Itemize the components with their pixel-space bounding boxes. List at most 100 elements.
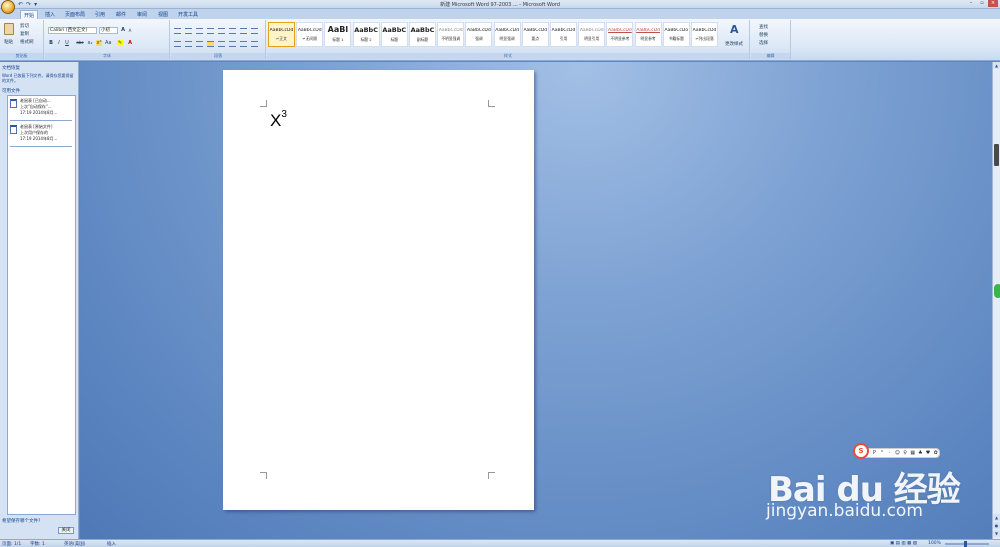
change-styles-button[interactable]: 更改样式: [725, 41, 743, 47]
which-file-link[interactable]: 希望保存哪个文件?: [2, 518, 40, 524]
vertical-scrollbar[interactable]: ▲ ▲ ● ▼: [992, 62, 1000, 539]
next-page-icon[interactable]: ▼: [993, 530, 1000, 537]
recovery-file-list: 老鼠表 [已自动... 上次"自动保存"... 17:19 2014年8月...…: [7, 95, 76, 515]
style-item[interactable]: AaBbCcDd 不明显参考: [606, 22, 634, 47]
font-color-icon[interactable]: A: [127, 40, 133, 46]
style-item[interactable]: AaBbC 副标题: [409, 22, 436, 47]
line-spacing-icon[interactable]: [229, 41, 236, 47]
ime-keyboard-icon[interactable]: ▦: [909, 450, 916, 456]
borders-icon[interactable]: [251, 41, 258, 47]
tab-home[interactable]: 开始: [20, 10, 39, 19]
view-buttons[interactable]: ▣ ▤ ▥ ▦ ▧: [890, 541, 917, 546]
multilevel-list-icon[interactable]: [196, 28, 203, 34]
style-item[interactable]: AaBbCcDd 要点: [521, 22, 549, 47]
change-styles-icon[interactable]: A: [730, 23, 742, 37]
chinese-layout-icon[interactable]: [229, 28, 236, 34]
align-right-icon[interactable]: [196, 41, 203, 47]
style-item[interactable]: AaBl 标题 1: [324, 22, 352, 47]
subscript-button[interactable]: x₂: [87, 40, 93, 46]
tab-mailings[interactable]: 邮件: [116, 11, 126, 18]
tab-review[interactable]: 审阅: [137, 11, 147, 18]
tab-references[interactable]: 引用: [95, 11, 105, 18]
style-sample: AaBbCcDd: [579, 28, 604, 33]
insert-mode[interactable]: 插入: [107, 541, 116, 547]
bold-button[interactable]: B: [48, 40, 54, 46]
document-text[interactable]: X3: [270, 109, 287, 131]
sort-icon[interactable]: [240, 28, 247, 34]
shrink-font-button[interactable]: A: [127, 28, 133, 34]
paste-icon[interactable]: [4, 23, 14, 35]
ime-toolbox-icon[interactable]: ♥: [925, 450, 932, 456]
tab-view[interactable]: 视图: [158, 11, 168, 18]
superscript-button[interactable]: x²: [96, 40, 102, 46]
select-button[interactable]: 选择: [759, 40, 768, 46]
style-item[interactable]: AaBbCcDd 不明显强调: [437, 22, 465, 47]
align-center-icon[interactable]: [185, 41, 192, 47]
style-item[interactable]: AaBbCcDd ↵无间隔: [296, 22, 324, 47]
style-item[interactable]: AaBbCcDd 明显引用: [578, 22, 606, 47]
change-case-button[interactable]: Aa: [105, 40, 111, 46]
style-item[interactable]: AaBbCcDd 引用: [550, 22, 577, 47]
format-painter-button[interactable]: 格式刷: [20, 39, 34, 45]
ime-voice-icon[interactable]: ♀: [902, 450, 909, 456]
style-item[interactable]: AaBbCcDo 书籍标题: [662, 22, 690, 47]
close-icon[interactable]: ×: [988, 0, 998, 7]
strikethrough-button[interactable]: abc: [75, 40, 85, 46]
zoom-slider[interactable]: [945, 541, 989, 547]
justify-icon[interactable]: [207, 41, 214, 47]
close-recovery-button[interactable]: 关闭: [58, 527, 74, 534]
select-browse-icon[interactable]: ●: [993, 522, 1000, 529]
minimize-icon[interactable]: –: [966, 0, 976, 7]
increase-indent-icon[interactable]: [218, 28, 225, 34]
copy-button[interactable]: 复制: [20, 31, 29, 37]
page-count[interactable]: 页面: 1/1: [2, 541, 21, 547]
ime-logo-icon[interactable]: S: [853, 443, 869, 459]
distributed-icon[interactable]: [218, 41, 225, 47]
scroll-up-icon[interactable]: ▲: [993, 62, 1000, 69]
floating-widget-icon[interactable]: [994, 284, 1000, 298]
prev-page-icon[interactable]: ▲: [993, 514, 1000, 521]
style-item[interactable]: AaBbCcDd 明显参考: [634, 22, 662, 47]
ime-punct-icon[interactable]: °: [879, 450, 886, 456]
shading-icon[interactable]: [240, 41, 247, 47]
ime-skin-icon[interactable]: ♣: [917, 450, 924, 456]
maximize-icon[interactable]: ▫: [977, 0, 987, 7]
font-size-combo[interactable]: 小初: [99, 27, 118, 34]
cut-button[interactable]: 剪切: [20, 23, 29, 29]
style-item[interactable]: AaBbC 标题 2: [352, 22, 380, 47]
show-marks-icon[interactable]: [251, 28, 258, 34]
zoom-knob[interactable]: [964, 541, 967, 547]
word-count[interactable]: 字数: 1: [30, 541, 45, 547]
recovery-file-item[interactable]: 老鼠表 [原始文件] 上次用户保存的 17:19 2014年8月...: [10, 124, 72, 148]
style-item[interactable]: AaBbCcDd ↵列出段落: [691, 22, 718, 47]
tab-developer[interactable]: 开发工具: [178, 11, 198, 18]
tab-insert[interactable]: 插入: [45, 11, 55, 18]
numbering-icon[interactable]: [185, 28, 192, 34]
paste-button[interactable]: 粘贴: [4, 39, 13, 45]
style-item[interactable]: AaBbC 标题: [380, 22, 408, 47]
style-item[interactable]: AaBbCcDd 明显强调: [493, 22, 521, 47]
language-indicator[interactable]: 英语(美国): [64, 541, 86, 547]
font-name-combo[interactable]: Calibri (西文正文): [48, 27, 97, 34]
bullets-icon[interactable]: [174, 28, 181, 34]
style-item[interactable]: AaBbCcDd 强调: [465, 22, 493, 47]
style-item[interactable]: AaBbCcDd ↵正文: [268, 22, 295, 47]
office-button[interactable]: [1, 0, 15, 14]
find-button[interactable]: 查找: [759, 24, 768, 30]
highlight-icon[interactable]: ✎: [117, 40, 123, 46]
zoom-level[interactable]: 100%: [928, 541, 941, 546]
recovery-file-item[interactable]: 老鼠表 [已自动... 上次"自动保存"... 17:19 2014年8月...: [10, 98, 72, 122]
align-left-icon[interactable]: [174, 41, 181, 47]
ime-settings-icon[interactable]: ✿: [932, 450, 939, 456]
underline-button[interactable]: U: [64, 40, 70, 46]
ime-mode-icon[interactable]: P: [871, 450, 878, 456]
italic-button[interactable]: I: [56, 40, 62, 46]
document-page[interactable]: X3: [223, 70, 534, 510]
scroll-thumb[interactable]: [994, 144, 999, 166]
decrease-indent-icon[interactable]: [207, 28, 214, 34]
grow-font-button[interactable]: A: [120, 27, 126, 33]
replace-button[interactable]: 替换: [759, 32, 768, 38]
tab-page-layout[interactable]: 页面布局: [65, 11, 85, 18]
ime-emoji-icon[interactable]: ☺: [894, 450, 901, 456]
ime-width-icon[interactable]: ·: [886, 450, 893, 456]
